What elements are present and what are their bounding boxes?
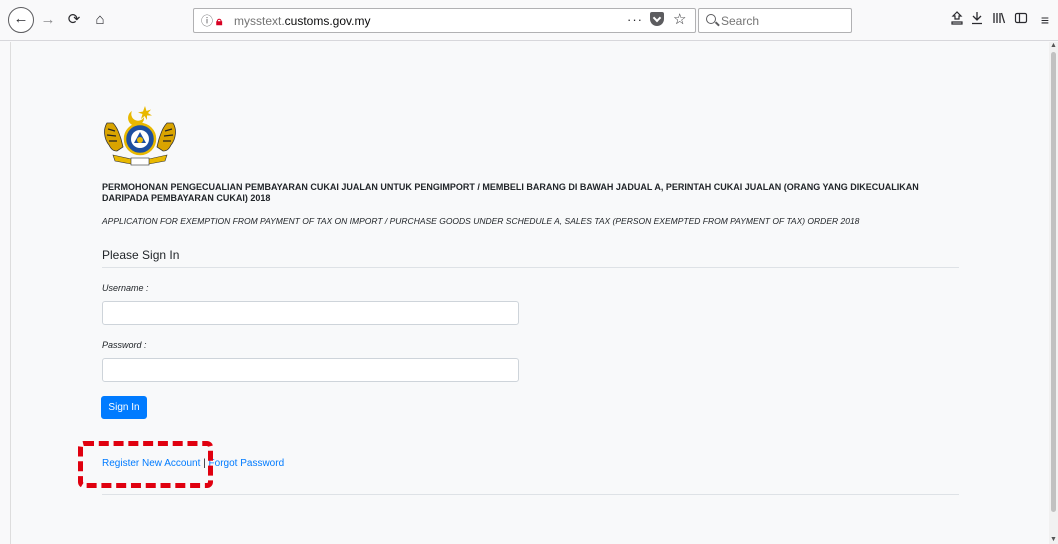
library-icon[interactable] <box>990 10 1008 30</box>
signin-button[interactable]: Sign In <box>101 396 147 419</box>
forgot-password-link[interactable]: Forgot Password <box>209 458 285 469</box>
username-field[interactable] <box>102 301 519 325</box>
download-icon[interactable] <box>968 10 986 30</box>
divider <box>102 494 959 495</box>
highlight-annotation <box>78 441 213 488</box>
url-text[interactable]: mysstext.customs.gov.my <box>234 13 370 29</box>
insecure-lock-icon[interactable]: 🔒︎ <box>216 13 222 29</box>
sidebar-icon[interactable] <box>1012 10 1030 30</box>
page-actions-icon[interactable]: ··· <box>627 11 643 29</box>
url-domain: customs.gov.my <box>284 14 371 28</box>
customs-crest-logo <box>101 103 179 169</box>
divider <box>102 267 959 268</box>
username-label: Username : <box>102 283 149 293</box>
scroll-down-icon[interactable]: ▼ <box>1050 536 1057 544</box>
browser-toolbar: ← → ⟳ ⌂ ⓘ 🔒︎ mysstext.customs.gov.my ···… <box>0 0 1058 41</box>
url-bar[interactable]: ⓘ 🔒︎ mysstext.customs.gov.my ··· ☆ <box>193 8 696 33</box>
password-field[interactable] <box>102 358 519 382</box>
signin-heading: Please Sign In <box>102 248 180 262</box>
back-button[interactable]: ← <box>8 7 34 33</box>
home-button[interactable]: ⌂ <box>90 9 110 31</box>
info-icon[interactable]: ⓘ <box>201 13 213 29</box>
pocket-icon[interactable] <box>650 12 664 26</box>
search-bar[interactable] <box>698 8 852 33</box>
reload-button[interactable]: ⟳ <box>64 9 84 31</box>
forward-button[interactable]: → <box>38 9 58 31</box>
menu-icon[interactable]: ≡ <box>1036 10 1054 30</box>
search-icon <box>706 14 716 24</box>
scrollbar[interactable]: ▲ ▼ <box>1049 42 1058 544</box>
url-host-prefix: mysstext. <box>234 14 285 28</box>
reader-view-icon[interactable] <box>948 10 966 30</box>
page-title-malay: PERMOHONAN PENGECUALIAN PEMBAYARAN CUKAI… <box>102 182 919 203</box>
bookmark-star-icon[interactable]: ☆ <box>673 11 686 29</box>
page-title-english: APPLICATION FOR EXEMPTION FROM PAYMENT O… <box>102 216 860 226</box>
scroll-up-icon[interactable]: ▲ <box>1050 42 1057 50</box>
search-input[interactable] <box>721 12 841 29</box>
scroll-thumb[interactable] <box>1051 52 1056 512</box>
password-label: Password : <box>102 340 147 350</box>
